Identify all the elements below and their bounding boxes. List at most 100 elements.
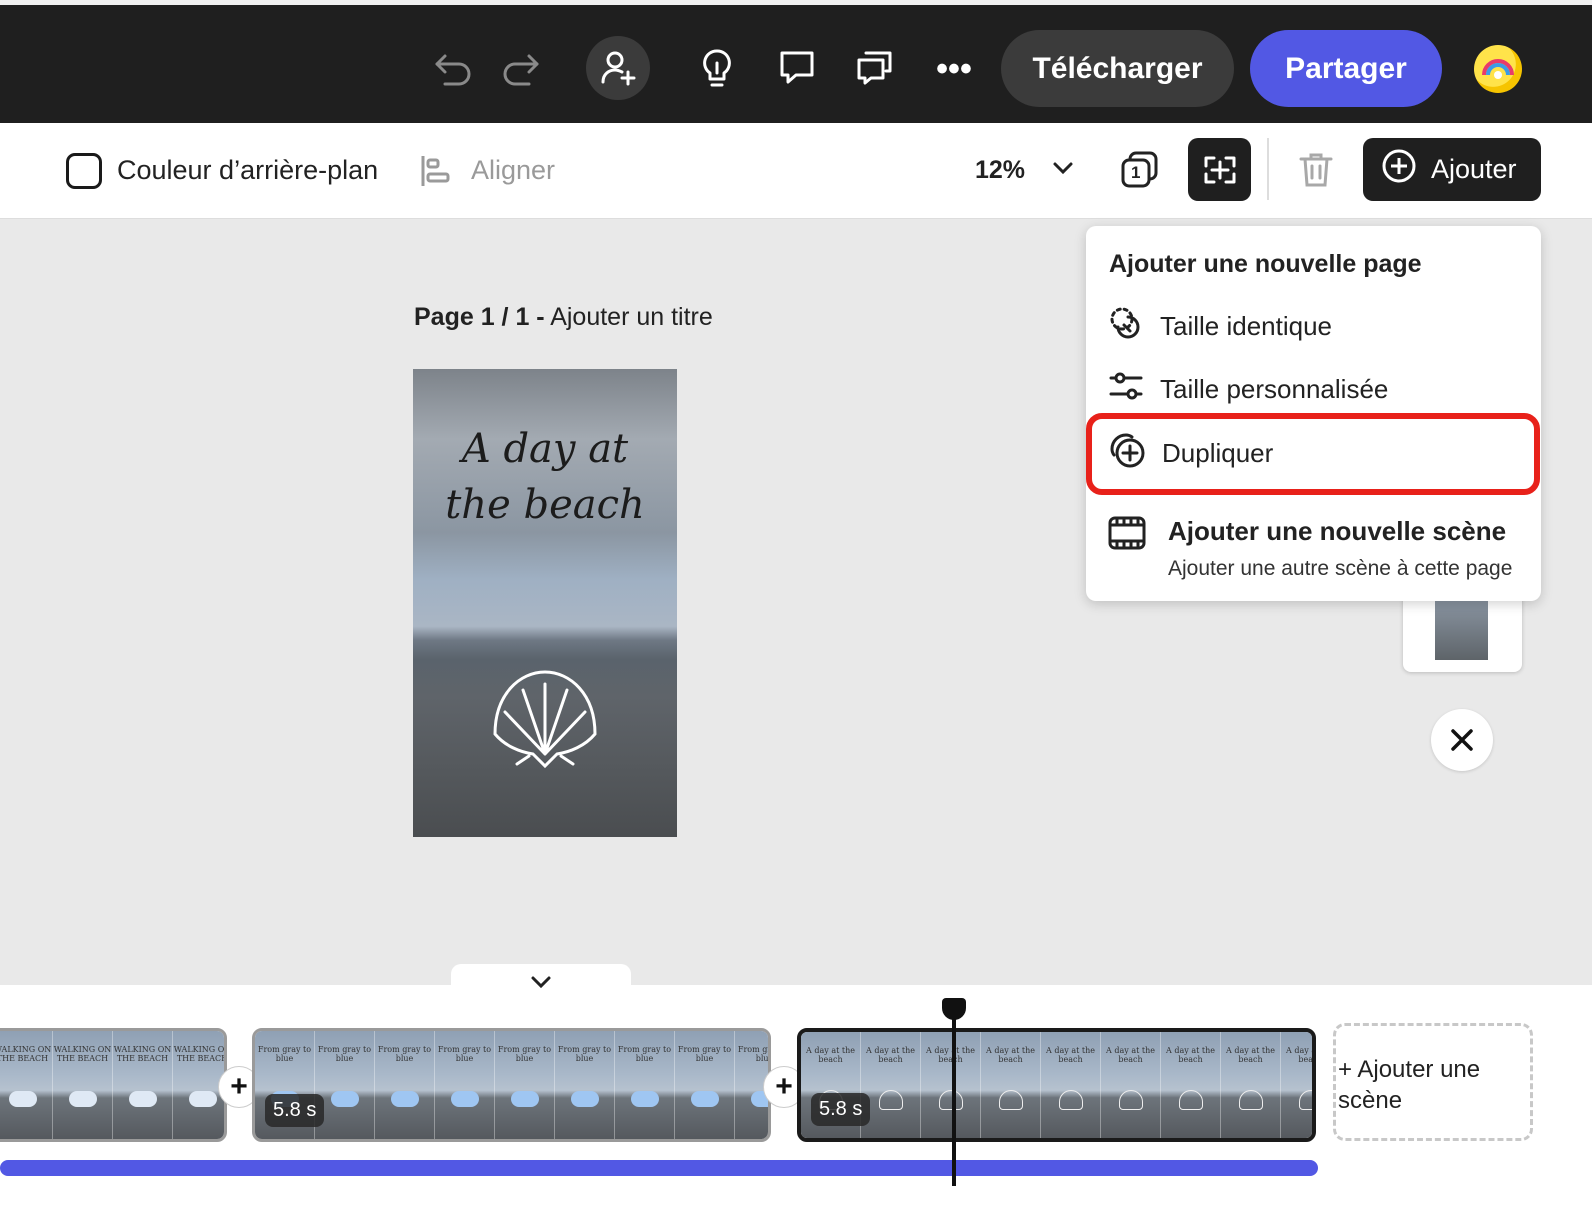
clip-frame: From gray to blue (435, 1031, 495, 1139)
download-button[interactable]: Télécharger (1001, 30, 1234, 107)
seashell-icon[interactable] (485, 664, 605, 779)
plus-circle-icon (1381, 148, 1417, 191)
page-preview[interactable]: A day at the beach (413, 369, 677, 837)
comments-icon[interactable] (852, 45, 898, 91)
frame-caption: WALKING ON THE BEACH (53, 1045, 112, 1063)
add-button-label: Ajouter (1431, 154, 1517, 184)
more-options-icon[interactable]: ••• (931, 49, 977, 89)
invite-user-icon[interactable] (586, 36, 650, 100)
duplicate-highlight (1086, 413, 1540, 495)
wave-icon (189, 1091, 217, 1107)
cloud-icon (391, 1091, 419, 1107)
clip-frame: From gray to blue (675, 1031, 735, 1139)
design-title-line2: the beach (445, 482, 645, 528)
undo-icon[interactable] (430, 45, 478, 93)
progress-bar[interactable] (0, 1160, 1318, 1176)
page-number: Page 1 / 1 - (414, 303, 545, 331)
cloud-icon (691, 1091, 719, 1107)
cloud-icon (571, 1091, 599, 1107)
clip-frames: From gray to blue From gray to blue From g… (255, 1031, 768, 1139)
clip-duration: 5.8 s (811, 1093, 871, 1126)
frame-caption: A day at the beach (1166, 1046, 1215, 1064)
page-label: Page 1 / 1 - Ajouter un titre (414, 303, 713, 332)
toolbar-divider (1267, 138, 1269, 200)
background-color-label[interactable]: Couleur d’arrière-plan (117, 150, 378, 190)
sliders-icon (1108, 368, 1144, 411)
cloud-icon (631, 1091, 659, 1107)
clip-frame: A day at the beach (861, 1032, 921, 1138)
frame-caption: WALKING ON THE BEACH (113, 1045, 172, 1063)
cloud-icon (331, 1091, 359, 1107)
frame-caption: From gray to blue (377, 1045, 432, 1063)
frame-caption: From gray to blue (557, 1045, 612, 1063)
wave-icon (9, 1091, 37, 1107)
share-button[interactable]: Partager (1250, 30, 1442, 107)
seashell-icon (1179, 1090, 1203, 1110)
align-icon[interactable] (419, 154, 453, 193)
zoom-level[interactable]: 12% (975, 150, 1025, 190)
menu-title: Ajouter une nouvelle page (1109, 250, 1422, 278)
redo-icon[interactable] (496, 45, 544, 93)
frame-caption: From gray to blue (317, 1045, 372, 1063)
playhead[interactable] (952, 1006, 956, 1186)
pages-button[interactable] (1188, 138, 1251, 201)
clip-frame: From gray to blue (315, 1031, 375, 1139)
clip-frame: A day at the beach (1041, 1032, 1101, 1138)
design-title-line1: A day at (461, 426, 629, 472)
frame-caption: From gray to blue (437, 1045, 492, 1063)
frame-caption: A day at the beach (1286, 1046, 1316, 1064)
frame-caption: A day at the beach (1106, 1046, 1155, 1064)
frame-caption: A day at the beach (986, 1046, 1035, 1064)
clip-frame: A day at the beach (1101, 1032, 1161, 1138)
background-color-swatch[interactable] (66, 153, 102, 189)
add-scene-title: Ajouter une nouvelle scène (1168, 516, 1507, 546)
film-icon (1108, 516, 1146, 557)
add-scene-button[interactable]: + Ajouter une scène (1333, 1023, 1533, 1141)
seashell-icon (939, 1090, 963, 1110)
frame-caption: From gray to blue (677, 1045, 732, 1063)
comment-icon[interactable] (774, 45, 820, 91)
close-icon[interactable] (1431, 709, 1493, 771)
menu-item-custom-size[interactable]: Taille personnalisée (1108, 369, 1388, 409)
clip-frame: A day at the beach (921, 1032, 981, 1138)
clip-frame: A day at the beach (981, 1032, 1041, 1138)
trash-icon[interactable] (1297, 151, 1335, 194)
collapse-timeline-button[interactable] (451, 964, 631, 1000)
avatar[interactable] (1474, 45, 1522, 93)
clip-frame: WALKING ON THE BEACH (113, 1031, 173, 1139)
add-scene-subtitle: Ajouter une autre scène à cette page (1168, 557, 1513, 580)
add-scene-label-line2: scène (1338, 1087, 1403, 1114)
seashell-icon (1239, 1090, 1263, 1110)
seashell-icon (999, 1090, 1023, 1110)
clip-frames: WALKING ON THE BEACHWALKING ON THE BEACH… (0, 1031, 224, 1139)
lightbulb-icon[interactable] (695, 45, 739, 93)
clip-frame: From gray to blue (495, 1031, 555, 1139)
frame-caption: WALKING ON THE BEACH (173, 1045, 227, 1063)
menu-item-same-size[interactable]: Taille identique (1108, 306, 1332, 346)
timeline-clip[interactable]: From gray to blue From gray to blue From g… (252, 1028, 771, 1142)
design-title[interactable]: A day at the beach (413, 421, 677, 533)
page-title-input[interactable]: Ajouter un titre (550, 303, 713, 331)
align-label[interactable]: Aligner (471, 150, 555, 190)
clip-duration: 5.8 s (265, 1094, 325, 1127)
clip-frame: WALKING ON THE BEACH (53, 1031, 113, 1139)
cloud-icon (511, 1091, 539, 1107)
chevron-down-icon[interactable] (1050, 155, 1076, 186)
timeline-clip[interactable]: WALKING ON THE BEACHWALKING ON THE BEACH… (0, 1028, 227, 1142)
wave-icon (129, 1091, 157, 1107)
menu-item-label: Taille identique (1160, 310, 1333, 341)
page-thumbnail[interactable] (1403, 590, 1522, 672)
timeline-clip-selected[interactable]: A day at the beach A day at the beach A da… (797, 1028, 1316, 1142)
frame-caption: From gray to blue (737, 1045, 771, 1063)
page-count-icon[interactable]: 1 (1120, 150, 1160, 195)
clip-frames: A day at the beach A day at the beach A da… (801, 1032, 1312, 1138)
clip-frame: A day at the beach (1161, 1032, 1221, 1138)
frame-caption: A day at the beach (1046, 1046, 1095, 1064)
frame-caption: A day at the beach (866, 1046, 915, 1064)
clip-frame: From gray to blue (615, 1031, 675, 1139)
menu-item-add-scene[interactable]: Ajouter une nouvelle scène Ajouter une a… (1108, 516, 1512, 581)
menu-item-label: Taille personnalisée (1160, 373, 1389, 404)
seashell-icon (1059, 1090, 1083, 1110)
add-button[interactable]: Ajouter (1363, 138, 1541, 201)
same-size-icon (1108, 305, 1144, 348)
